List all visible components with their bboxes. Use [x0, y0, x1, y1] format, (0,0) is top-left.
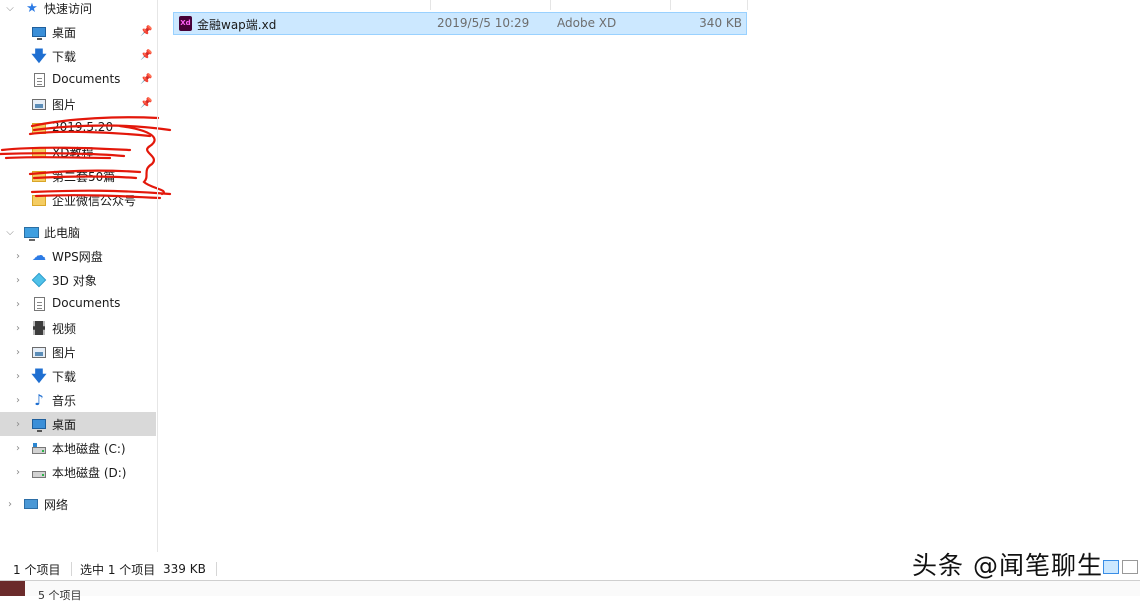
nav-item-label: Documents: [52, 72, 121, 86]
3d-objects-icon: [31, 272, 47, 288]
nav-pane-splitter[interactable]: [157, 0, 158, 552]
pin-icon: 📌: [140, 26, 153, 37]
nav-item-label: WPS网盘: [52, 250, 103, 264]
status-separator: [216, 562, 217, 576]
chevron-down-icon[interactable]: ⌵: [5, 227, 15, 238]
nav-item-drive-d[interactable]: › 本地磁盘 (D:): [0, 460, 156, 484]
document-icon: [31, 72, 47, 88]
red-scribble-redaction: [0, 116, 172, 200]
nav-item-desktop[interactable]: 桌面 📌: [0, 20, 156, 44]
file-type: Adobe XD: [557, 16, 617, 30]
nav-item-label: 下载: [52, 50, 77, 64]
nav-item-label: 音乐: [52, 394, 77, 408]
drive-d-icon: [31, 466, 47, 482]
desktop-icon: [31, 24, 47, 40]
chevron-right-icon[interactable]: ›: [13, 347, 23, 358]
chevron-right-icon[interactable]: ›: [13, 467, 23, 478]
status-selected-size: 339 KB: [163, 562, 206, 576]
details-view-button[interactable]: [1103, 560, 1119, 574]
network-label: 网络: [44, 498, 69, 512]
nav-item-music[interactable]: › ♪ 音乐: [0, 388, 156, 412]
nav-item-label: 下载: [52, 370, 77, 384]
background-item-count: 5 个项目: [38, 589, 82, 602]
nav-quick-access[interactable]: ⌵ ★ 快速访问: [0, 0, 156, 20]
background-window-strip: [0, 581, 1140, 596]
large-icons-view-button[interactable]: [1122, 560, 1138, 574]
download-icon: 🡇: [31, 47, 47, 65]
pin-icon: 📌: [140, 50, 153, 61]
nav-item-drive-c[interactable]: › 本地磁盘 (C:): [0, 436, 156, 460]
status-item-count: 1 个项目: [13, 562, 61, 577]
adobe-xd-file-icon: Xd: [179, 16, 192, 31]
pictures-icon: [31, 344, 47, 360]
nav-item-label: 图片: [52, 98, 77, 112]
this-pc-label: 此电脑: [44, 226, 81, 240]
chevron-right-icon[interactable]: ›: [13, 419, 23, 430]
file-name: 金融wap端.xd: [197, 18, 277, 32]
file-date-modified: 2019/5/5 10:29: [437, 16, 530, 30]
nav-item-downloads[interactable]: 🡇 下载 📌: [0, 44, 156, 68]
nav-network[interactable]: › 网络: [0, 492, 156, 516]
background-window-thumbnail: [0, 581, 25, 596]
nav-this-pc[interactable]: ⌵ 此电脑: [0, 220, 156, 244]
file-size: 340 KB: [699, 16, 742, 30]
pin-icon: 📌: [140, 74, 153, 85]
document-icon: [31, 296, 47, 312]
chevron-right-icon[interactable]: ›: [13, 323, 23, 334]
video-icon: [31, 320, 47, 336]
network-icon: [23, 496, 39, 512]
nav-item-pictures[interactable]: › 图片: [0, 340, 156, 364]
star-icon: ★: [26, 0, 38, 16]
nav-item-label: Documents: [52, 296, 121, 310]
desktop-icon: [31, 416, 47, 432]
nav-item-documents[interactable]: › Documents: [0, 292, 156, 316]
column-divider[interactable]: [430, 0, 431, 10]
chevron-right-icon[interactable]: ›: [13, 299, 23, 310]
chevron-right-icon[interactable]: ›: [13, 371, 23, 382]
nav-item-label: 图片: [52, 346, 77, 360]
music-icon: ♪: [34, 391, 44, 409]
chevron-right-icon[interactable]: ›: [13, 443, 23, 454]
file-row-selected[interactable]: Xd 金融wap端.xd 2019/5/5 10:29 Adobe XD 340…: [173, 12, 747, 35]
nav-item-documents[interactable]: Documents 📌: [0, 68, 156, 92]
nav-item-label: 视频: [52, 322, 77, 336]
nav-item-label: 3D 对象: [52, 274, 97, 288]
quick-access-label: 快速访问: [44, 2, 93, 16]
nav-item-label: 本地磁盘 (D:): [52, 466, 127, 480]
computer-icon: [23, 224, 39, 241]
chevron-down-icon[interactable]: ⌵: [5, 3, 15, 14]
chevron-right-icon[interactable]: ›: [5, 499, 15, 510]
chevron-right-icon[interactable]: ›: [13, 251, 23, 262]
status-separator: [71, 562, 72, 576]
pin-icon: 📌: [140, 98, 153, 109]
drive-c-icon: [31, 442, 47, 458]
nav-item-videos[interactable]: › 视频: [0, 316, 156, 340]
watermark: 头条 @闻笔聊生: [912, 551, 1103, 580]
pictures-icon: [31, 96, 47, 112]
nav-item-label: 桌面: [52, 26, 77, 40]
chevron-right-icon[interactable]: ›: [13, 275, 23, 286]
column-divider[interactable]: [747, 0, 748, 10]
column-divider[interactable]: [550, 0, 551, 10]
nav-item-desktop-selected[interactable]: › 桌面: [0, 412, 156, 436]
nav-item-3d-objects[interactable]: › 3D 对象: [0, 268, 156, 292]
chevron-right-icon[interactable]: ›: [13, 395, 23, 406]
cloud-icon: ☁: [32, 248, 46, 264]
nav-item-label: 本地磁盘 (C:): [52, 442, 126, 456]
nav-item-label: 桌面: [52, 418, 77, 432]
navigation-pane: ⌵ ★ 快速访问 桌面 📌 🡇 下载 📌 Documents 📌 图片 📌 20…: [0, 0, 172, 552]
download-icon: 🡇: [31, 367, 47, 385]
status-selected-count: 选中 1 个项目: [80, 562, 156, 577]
nav-item-downloads[interactable]: › 🡇 下载: [0, 364, 156, 388]
column-divider[interactable]: [670, 0, 671, 10]
nav-item-wps-drive[interactable]: › ☁ WPS网盘: [0, 244, 156, 268]
